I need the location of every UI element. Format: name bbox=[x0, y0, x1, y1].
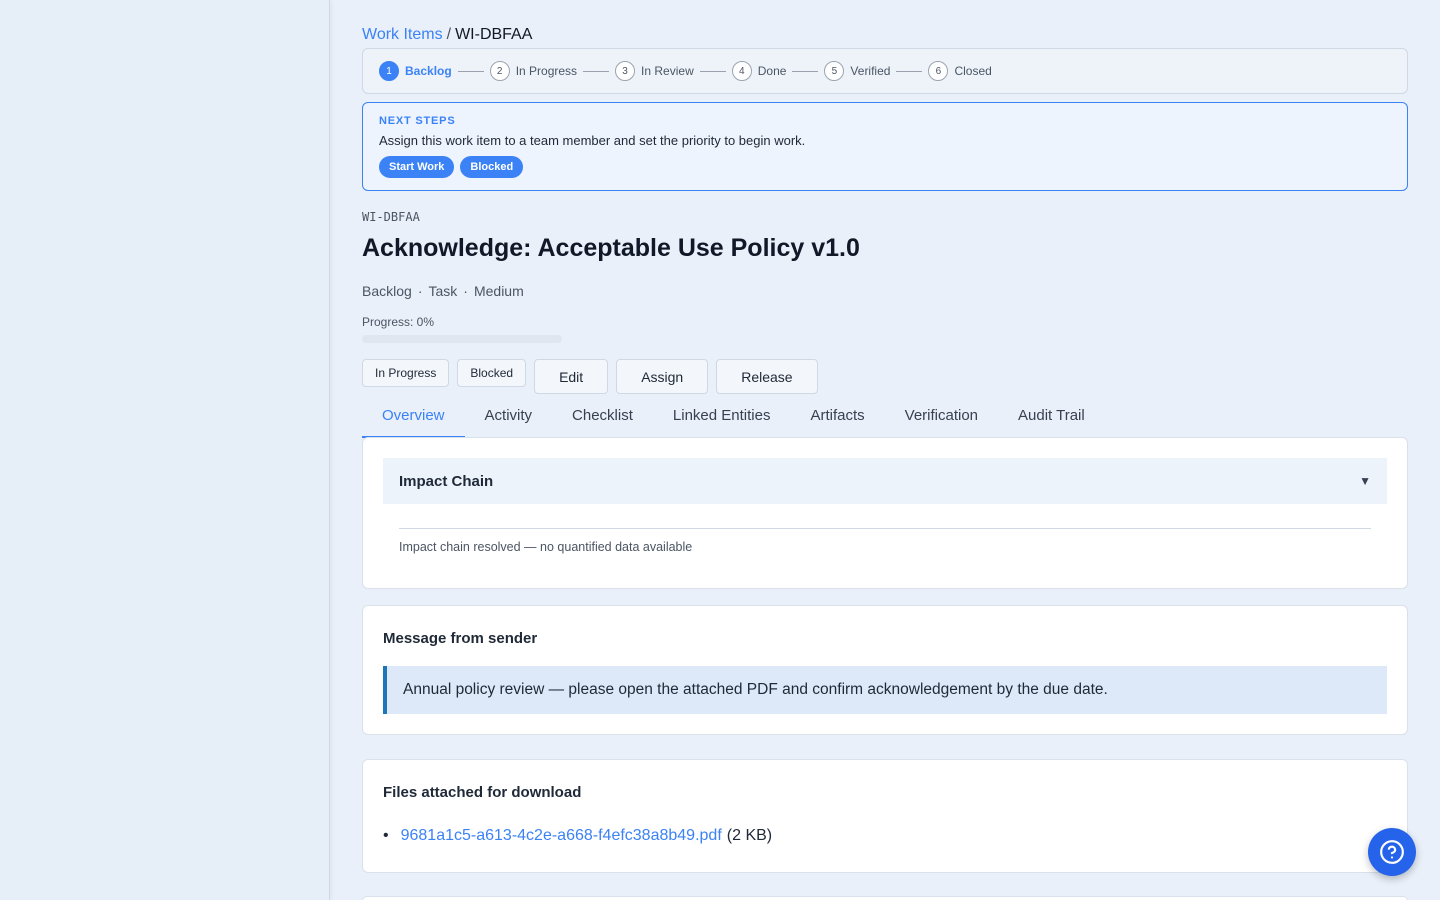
impact-chain-panel: Impact Chain ▼ Impact chain resolved — n… bbox=[362, 437, 1408, 589]
sidebar bbox=[0, 0, 330, 900]
breadcrumb-work-items-link[interactable]: Work Items bbox=[362, 26, 443, 43]
tab-artifacts[interactable]: Artifacts bbox=[790, 398, 884, 438]
step-connector bbox=[583, 70, 610, 72]
workflow-stepper: 1 Backlog 2 In Progress 3 In Review 4 Do… bbox=[362, 48, 1408, 94]
step-number: 1 bbox=[379, 61, 399, 81]
progress-bar bbox=[362, 335, 562, 343]
step-number: 4 bbox=[731, 61, 752, 81]
blocked-button[interactable]: Blocked bbox=[457, 359, 527, 387]
tab-audit-trail[interactable]: Audit Trail bbox=[998, 398, 1105, 438]
priority-badge: Medium bbox=[473, 283, 524, 299]
step-label: In Progress bbox=[515, 64, 578, 78]
step-label: Closed bbox=[954, 64, 992, 78]
impact-chain-title: Impact Chain bbox=[399, 472, 494, 490]
blocked-pill-button[interactable]: Blocked bbox=[460, 156, 524, 178]
chevron-down-icon: ▼ bbox=[1359, 474, 1371, 488]
tab-activity[interactable]: Activity bbox=[465, 398, 553, 438]
step-label: Verified bbox=[850, 64, 891, 78]
tab-bar: Overview Activity Checklist Linked Entit… bbox=[362, 398, 1408, 438]
edit-button[interactable]: Edit bbox=[534, 359, 609, 394]
list-bullet: • bbox=[383, 827, 389, 844]
files-title: Files attached for download bbox=[383, 784, 582, 801]
progress-label: Progress: 0% bbox=[362, 315, 435, 329]
release-button[interactable]: Release bbox=[716, 359, 818, 394]
work-item-id: WI-DBFAA bbox=[362, 210, 420, 224]
in-progress-button[interactable]: In Progress bbox=[362, 359, 450, 387]
file-download-link[interactable]: 9681a1c5-a613-4c2e-a668-f4efc38a8b49.pdf bbox=[401, 827, 722, 845]
work-item-meta: Backlog · Task · Medium bbox=[362, 283, 524, 299]
files-panel: Files attached for download • 9681a1c5-a… bbox=[362, 759, 1408, 873]
step-backlog[interactable]: 1 Backlog bbox=[379, 61, 490, 81]
step-label: Backlog bbox=[405, 64, 452, 78]
step-connector bbox=[699, 70, 726, 72]
help-circle-icon bbox=[1380, 840, 1404, 864]
step-in-progress[interactable]: 2 In Progress bbox=[489, 61, 615, 81]
next-steps-callout: NEXT STEPS Assign this work item to a te… bbox=[362, 102, 1408, 191]
next-steps-title: NEXT STEPS bbox=[379, 115, 456, 127]
assign-button[interactable]: Assign bbox=[616, 359, 709, 394]
tab-verification[interactable]: Verification bbox=[885, 398, 998, 438]
step-number: 2 bbox=[489, 61, 510, 81]
status-badge: Backlog bbox=[362, 283, 412, 299]
next-panel-edge bbox=[362, 896, 1408, 900]
file-size: (2 KB) bbox=[726, 827, 773, 844]
impact-chain-text: Impact chain resolved — no quantified da… bbox=[399, 540, 693, 554]
tab-overview[interactable]: Overview bbox=[362, 398, 465, 438]
main-content: Work Items / WI-DBFAA 1 Backlog 2 In Progr… bbox=[362, 0, 1408, 900]
help-button[interactable] bbox=[1368, 828, 1416, 876]
step-done[interactable]: 4 Done bbox=[731, 61, 825, 81]
action-bar: In Progress Blocked Edit Assign Release bbox=[362, 359, 818, 394]
message-quote: Annual policy review — please open the a… bbox=[383, 666, 1387, 714]
message-title: Message from sender bbox=[383, 630, 538, 647]
step-connector bbox=[792, 70, 819, 72]
meta-separator: · bbox=[417, 283, 423, 299]
message-panel: Message from sender Annual policy review… bbox=[362, 605, 1408, 735]
step-label: In Review bbox=[641, 64, 694, 78]
breadcrumb-separator: / bbox=[446, 26, 452, 43]
impact-chain-accordion-header[interactable]: Impact Chain ▼ bbox=[383, 458, 1387, 504]
step-number: 6 bbox=[928, 61, 949, 81]
step-closed[interactable]: 6 Closed bbox=[928, 61, 992, 81]
list-item: • 9681a1c5-a613-4c2e-a668-f4efc38a8b49.p… bbox=[383, 827, 772, 845]
step-number: 5 bbox=[824, 61, 845, 81]
next-steps-description: Assign this work item to a team member a… bbox=[379, 133, 806, 148]
step-label: Done bbox=[757, 64, 787, 78]
meta-separator: · bbox=[463, 283, 468, 299]
breadcrumb: Work Items / WI-DBFAA bbox=[362, 26, 532, 44]
tab-checklist[interactable]: Checklist bbox=[552, 398, 653, 438]
step-connector bbox=[457, 70, 484, 72]
breadcrumb-current: WI-DBFAA bbox=[455, 26, 533, 43]
tab-linked-entities[interactable]: Linked Entities bbox=[653, 398, 791, 438]
step-connector bbox=[896, 70, 923, 72]
step-verified[interactable]: 5 Verified bbox=[824, 61, 928, 81]
step-in-review[interactable]: 3 In Review bbox=[615, 61, 732, 81]
step-number: 3 bbox=[615, 61, 636, 81]
start-work-button[interactable]: Start Work bbox=[379, 156, 455, 178]
page-title: Acknowledge: Acceptable Use Policy v1.0 bbox=[362, 234, 860, 262]
divider bbox=[399, 528, 1371, 529]
type-badge: Task bbox=[428, 283, 458, 299]
